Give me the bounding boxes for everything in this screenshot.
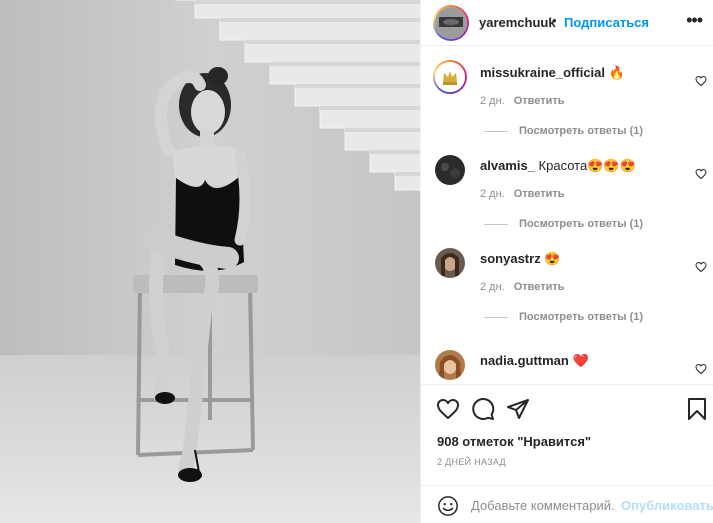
- replies-divider: [484, 223, 508, 225]
- view-replies-label: Посмотреть ответы (1): [519, 218, 644, 230]
- author-avatar-image: [435, 7, 467, 39]
- post-photo[interactable]: [0, 0, 420, 523]
- crown-icon: [435, 62, 465, 92]
- separator-dot: •: [552, 13, 557, 28]
- bookmark-icon[interactable]: [685, 397, 709, 421]
- view-replies-label: Посмотреть ответы (1): [519, 311, 644, 323]
- comment-time: 2 дн.: [480, 188, 505, 200]
- comment-icon[interactable]: [471, 397, 495, 421]
- replies-divider: [484, 130, 508, 132]
- heart-icon[interactable]: [695, 261, 707, 273]
- post-actions: [421, 384, 713, 430]
- comment-meta: 2 дн. Ответить: [480, 95, 565, 107]
- reply-button[interactable]: Ответить: [514, 188, 565, 200]
- comment-username[interactable]: alvamis_: [480, 158, 535, 173]
- comment-username[interactable]: nadia.guttman: [480, 353, 569, 368]
- avatar-image: [435, 248, 465, 278]
- comment-body: 😍: [540, 251, 561, 266]
- comment-avatar[interactable]: [433, 60, 467, 94]
- author-username[interactable]: yaremchuuk: [479, 15, 556, 30]
- comment-username[interactable]: sonyastrz: [480, 251, 541, 266]
- send-icon[interactable]: [506, 397, 530, 421]
- follow-button[interactable]: Подписаться: [564, 15, 649, 30]
- comment-text: nadia.guttman ❤️: [480, 353, 589, 369]
- comment-input[interactable]: [471, 495, 616, 515]
- comment-time: 2 дн.: [480, 281, 505, 293]
- comment-text: sonyastrz 😍: [480, 251, 561, 267]
- comment-body: 🔥: [605, 65, 625, 80]
- reply-button[interactable]: Ответить: [514, 281, 565, 293]
- post-date[interactable]: 2 ДНЕЙ НАЗАД: [437, 457, 506, 467]
- post-header: yaremchuuk • Подписаться •••: [421, 0, 713, 46]
- view-replies-button[interactable]: Посмотреть ответы (1): [484, 125, 643, 137]
- view-replies-label: Посмотреть ответы (1): [519, 125, 644, 137]
- reply-button[interactable]: Ответить: [514, 95, 565, 107]
- heart-icon[interactable]: [695, 168, 707, 180]
- heart-icon[interactable]: [436, 397, 460, 421]
- publish-button[interactable]: Опубликовать: [621, 498, 713, 513]
- photo-illustration: [0, 0, 420, 523]
- view-replies-button[interactable]: Посмотреть ответы (1): [484, 218, 643, 230]
- comment-avatar[interactable]: [435, 155, 465, 185]
- post-sidebar: yaremchuuk • Подписаться ••• missukraine…: [420, 0, 713, 523]
- emoji-icon[interactable]: [437, 495, 459, 517]
- author-avatar[interactable]: [433, 5, 469, 41]
- comments-list: missukraine_official 🔥 2 дн. Ответить Пос…: [421, 47, 713, 383]
- comment-body: Красота😍😍😍: [534, 158, 636, 173]
- heart-icon[interactable]: [695, 363, 707, 375]
- comment-text: alvamis_ Красота😍😍😍: [480, 158, 636, 174]
- view-replies-button[interactable]: Посмотреть ответы (1): [484, 311, 643, 323]
- comment-time: 2 дн.: [480, 95, 505, 107]
- more-horizontal-icon[interactable]: •••: [686, 10, 703, 31]
- heart-icon[interactable]: [695, 75, 707, 87]
- comment-avatar[interactable]: [435, 248, 465, 278]
- comment-meta: 2 дн. Ответить: [480, 188, 565, 200]
- replies-divider: [484, 316, 508, 318]
- avatar-image: [435, 350, 465, 380]
- likes-count[interactable]: 908 отметок "Нравится": [437, 434, 591, 449]
- comment-username[interactable]: missukraine_official: [480, 65, 605, 80]
- comment-meta: 2 дн. Ответить: [480, 281, 565, 293]
- avatar-image: [435, 155, 465, 185]
- comment-avatar[interactable]: [435, 350, 465, 380]
- comment-text: missukraine_official 🔥: [480, 65, 625, 81]
- comment-body: ❤️: [568, 353, 589, 368]
- add-comment-bar: Опубликовать: [421, 485, 713, 523]
